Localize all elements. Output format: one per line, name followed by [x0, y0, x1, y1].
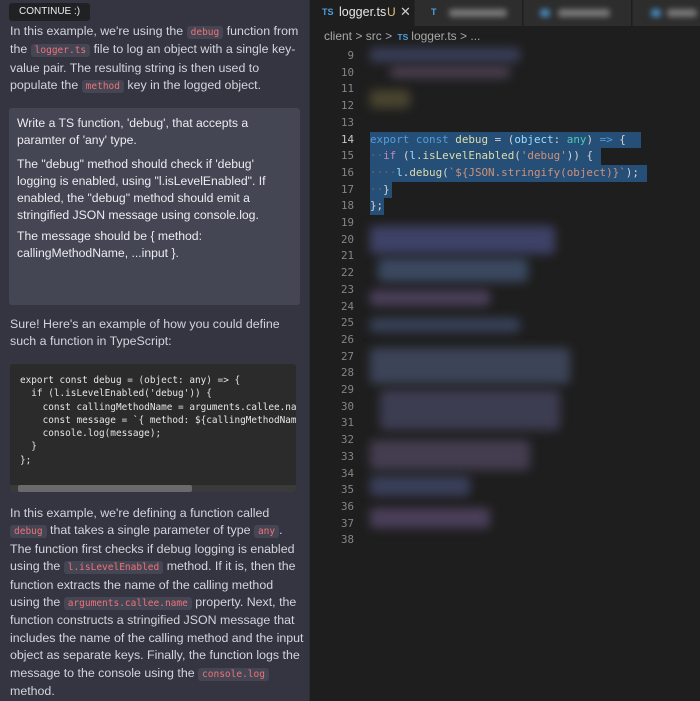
line-number[interactable]: 34 [310, 466, 358, 483]
blurred-code [370, 508, 490, 528]
close-icon[interactable]: ✕ [400, 4, 411, 20]
line-number[interactable]: 35 [310, 482, 358, 499]
line-number[interactable]: 18 [310, 198, 358, 215]
breadcrumb-src[interactable]: src [366, 29, 382, 43]
breadcrumb-more[interactable]: ... [470, 29, 480, 43]
blurred-code [370, 290, 490, 306]
line-number[interactable]: 16 [310, 165, 358, 182]
intro-paragraph: In this example, we're using the debug f… [10, 24, 299, 94]
blurred-tab-label [667, 9, 697, 17]
prompt-line-2: The "debug" method should check if 'debu… [17, 157, 266, 222]
blurred-code [370, 226, 555, 254]
blurred-code [370, 48, 520, 62]
code-block-scroll-thumb[interactable] [18, 485, 192, 492]
code-line-18: }; [370, 199, 384, 213]
typescript-file-icon: TS [397, 32, 409, 42]
inline-code-callee: arguments.callee.name [63, 597, 192, 611]
code-block-scrollbar[interactable] [10, 485, 296, 492]
line-number[interactable]: 29 [310, 382, 358, 399]
code-content[interactable]: export const debug = (object: any) => { … [370, 48, 700, 701]
tab-label: logger.ts [339, 5, 387, 19]
inline-code-debug: debug [186, 26, 224, 39]
inline-code-logger: logger.ts [30, 44, 91, 58]
breadcrumb: client > src > TS logger.ts > ... [324, 29, 480, 45]
line-number[interactable]: 21 [310, 248, 358, 265]
line-number[interactable]: 24 [310, 299, 358, 316]
code-line-15: ··if (l.isLevelEnabled('debug')) { [370, 149, 594, 163]
line-number[interactable]: 38 [310, 532, 358, 549]
tab-logger-ts[interactable]: TS logger.ts U ✕ [310, 0, 414, 26]
code-line-16: ····l.debug(`${JSON.stringify(object)}`)… [370, 165, 639, 179]
user-prompt-message: Write a TS function, 'debug', that accep… [9, 108, 300, 305]
line-number[interactable]: 12 [310, 98, 358, 115]
line-number[interactable]: 22 [310, 265, 358, 282]
blurred-tab-label [449, 9, 507, 17]
code-line-14: export const debug = (object: any) => { [370, 132, 626, 146]
inline-code-any: any [253, 525, 280, 539]
answer-intro: Sure! Here's an example of how you could… [10, 317, 280, 349]
line-number[interactable]: 31 [310, 415, 358, 432]
line-number[interactable]: 11 [310, 81, 358, 98]
blurred-tab-label [558, 9, 610, 17]
line-number[interactable]: 27 [310, 349, 358, 366]
chat-pane: CONTINUE :) In this example, we're using… [0, 0, 309, 701]
line-number[interactable]: 14 [310, 132, 358, 149]
untracked-status: U [387, 5, 396, 19]
blurred-code [370, 440, 530, 470]
line-number[interactable]: 36 [310, 499, 358, 516]
inline-code-islevelenabled: l.isLevelEnabled [63, 561, 164, 575]
file-icon [540, 9, 550, 17]
blurred-code [370, 476, 470, 496]
explanation-paragraph: In this example, we're defining a functi… [10, 506, 304, 699]
line-number[interactable]: 25 [310, 315, 358, 332]
blurred-code [380, 390, 560, 430]
blurred-code [370, 348, 570, 384]
chevron-right-icon: > [355, 29, 363, 43]
line-number[interactable]: 37 [310, 516, 358, 533]
inline-code-console-log: console.log [198, 667, 269, 681]
line-number[interactable]: 9 [310, 48, 358, 65]
prompt-line-3: The message should be { method: callingM… [17, 229, 202, 260]
line-number[interactable]: 28 [310, 365, 358, 382]
line-number[interactable]: 17 [310, 182, 358, 199]
blurred-code [370, 90, 410, 108]
typescript-file-icon: T [431, 7, 437, 17]
line-number[interactable]: 19 [310, 215, 358, 232]
chat-toolbar: CONTINUE :) [0, 0, 309, 24]
typescript-file-icon: TS [322, 7, 334, 17]
tab-blurred-3[interactable] [633, 0, 700, 26]
line-number[interactable]: 20 [310, 232, 358, 249]
code-block-text: export const debug = (object: any) => { … [20, 375, 296, 466]
file-icon [651, 9, 661, 17]
line-number[interactable]: 26 [310, 332, 358, 349]
prompt-line-1: Write a TS function, 'debug', that accep… [17, 116, 249, 147]
code-block: export const debug = (object: any) => { … [10, 364, 296, 492]
line-number[interactable]: 13 [310, 115, 358, 132]
continue-button[interactable]: CONTINUE :) [9, 3, 91, 21]
tab-blurred-1[interactable]: T [415, 0, 523, 26]
tab-blurred-2[interactable] [524, 0, 632, 26]
blurred-code [370, 318, 520, 332]
line-number[interactable]: 32 [310, 432, 358, 449]
blurred-code [390, 66, 510, 78]
breadcrumb-client[interactable]: client [324, 29, 352, 43]
editor-tab-bar: TS logger.ts U ✕ T [310, 0, 700, 26]
code-editor: TS logger.ts U ✕ T client > src > TS logg… [309, 0, 700, 701]
inline-code-method: method [81, 80, 124, 94]
chevron-right-icon: > [460, 29, 468, 43]
breadcrumb-file[interactable]: logger.ts [411, 29, 456, 43]
code-line-17: ··} [370, 182, 390, 196]
line-number[interactable]: 15 [310, 148, 358, 165]
line-number[interactable]: 30 [310, 399, 358, 416]
chevron-right-icon: > [385, 29, 393, 43]
blurred-code [378, 258, 528, 282]
inline-code-debug: debug [10, 525, 47, 539]
line-number[interactable]: 33 [310, 449, 358, 466]
line-number[interactable]: 10 [310, 65, 358, 82]
line-number[interactable]: 23 [310, 282, 358, 299]
